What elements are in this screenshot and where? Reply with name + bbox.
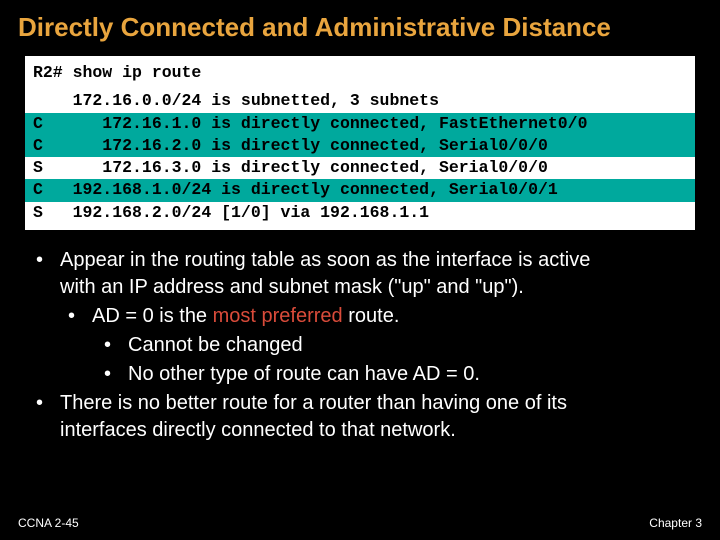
- route-row: S 172.16.3.0 is directly connected, Seri…: [25, 157, 695, 179]
- footer-right: Chapter 3: [649, 516, 702, 530]
- slide-footer: CCNA 2-45 Chapter 3: [18, 516, 702, 530]
- route-row: C 192.168.1.0/24 is directly connected, …: [25, 179, 695, 201]
- route-row: C 172.16.2.0 is directly connected, Seri…: [25, 135, 695, 157]
- bullet-text: with an IP address and subnet mask ("up"…: [60, 276, 524, 298]
- bullet-item: Appear in the routing table as soon as t…: [36, 247, 692, 301]
- route-row: S 192.168.2.0/24 [1/0] via 192.168.1.1: [25, 202, 695, 224]
- footer-left: CCNA 2-45: [18, 516, 79, 530]
- bullet-text: AD = 0 is the: [92, 305, 213, 327]
- bullet-text: Appear in the routing table as soon as t…: [60, 249, 590, 271]
- bullet-text: There is no better route for a router th…: [60, 392, 567, 414]
- bullet-item: There is no better route for a router th…: [36, 390, 692, 444]
- bullet-item: Cannot be changed: [104, 332, 692, 359]
- bullet-text: No other type of route can have AD = 0.: [128, 363, 480, 385]
- route-table: 172.16.0.0/24 is subnetted, 3 subnets C …: [25, 90, 695, 224]
- bullet-item: No other type of route can have AD = 0.: [104, 361, 692, 388]
- route-row: C 172.16.1.0 is directly connected, Fast…: [25, 113, 695, 135]
- slide-title: Directly Connected and Administrative Di…: [0, 0, 720, 53]
- emphasis-text: most preferred: [213, 305, 343, 327]
- route-row: 172.16.0.0/24 is subnetted, 3 subnets: [25, 90, 695, 112]
- bullet-text: Cannot be changed: [128, 334, 303, 356]
- terminal-output: R2# show ip route 172.16.0.0/24 is subne…: [22, 53, 698, 233]
- bullet-list: Appear in the routing table as soon as t…: [0, 247, 720, 444]
- bullet-item: AD = 0 is the most preferred route.: [68, 303, 692, 330]
- command-line: R2# show ip route: [25, 62, 695, 90]
- bullet-text: interfaces directly connected to that ne…: [60, 419, 456, 441]
- bullet-text: route.: [343, 305, 400, 327]
